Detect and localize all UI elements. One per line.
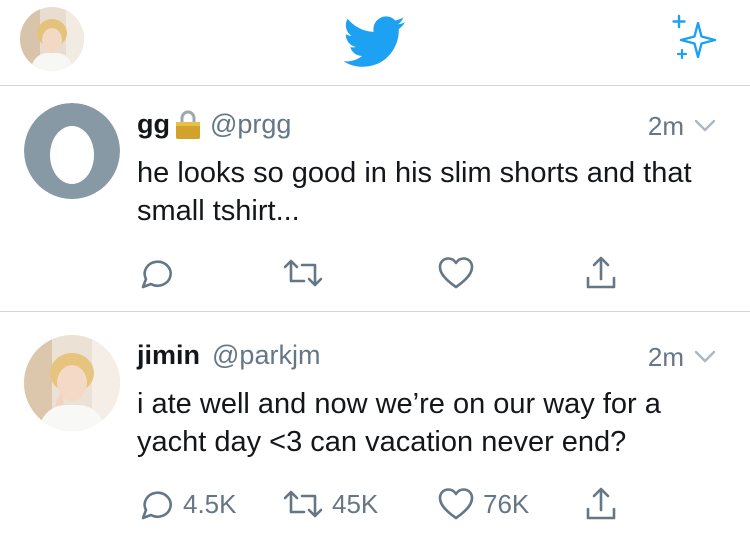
- tweet-header: gg @prgg: [137, 106, 291, 142]
- tweet-actions: [137, 253, 657, 293]
- reply-button[interactable]: 4.5K: [137, 484, 237, 524]
- like-button[interactable]: 76K: [437, 484, 529, 524]
- share-button[interactable]: [583, 484, 619, 524]
- tweet-header: jimin @parkjm: [137, 337, 320, 373]
- timestamp: 2m: [647, 341, 684, 372]
- chevron-down-icon[interactable]: [694, 119, 716, 133]
- reply-count: 4.5K: [183, 488, 237, 519]
- user-avatar-photo[interactable]: [24, 335, 120, 431]
- user-handle[interactable]: @prgg: [210, 109, 291, 140]
- retweet-button[interactable]: 45K: [282, 484, 378, 524]
- display-name[interactable]: gg: [137, 109, 170, 140]
- reply-icon: [141, 260, 172, 289]
- retweet-button[interactable]: [282, 253, 332, 293]
- tweet-actions: 4.5K 45K 76K: [137, 484, 657, 524]
- profile-avatar[interactable]: [20, 7, 84, 71]
- like-count: 76K: [483, 488, 530, 519]
- heart-icon: [438, 488, 474, 520]
- tweet[interactable]: gg @prgg 2m he looks so good in his slim…: [0, 86, 750, 312]
- like-button[interactable]: [437, 253, 483, 293]
- retweet-icon: [283, 490, 323, 518]
- retweet-icon: [283, 259, 323, 287]
- display-name[interactable]: jimin: [137, 340, 200, 371]
- tweet[interactable]: jimin @parkjm 2m i ate well and now we’r…: [0, 312, 750, 540]
- sparkle-icon[interactable]: [668, 14, 720, 66]
- chevron-down-icon[interactable]: [694, 350, 716, 364]
- share-icon: [586, 256, 616, 289]
- twitter-bird-icon[interactable]: [344, 16, 406, 68]
- share-button[interactable]: [583, 253, 619, 293]
- lock-icon: [176, 110, 200, 139]
- retweet-count: 45K: [332, 488, 379, 519]
- share-icon: [586, 487, 616, 520]
- reply-icon: [141, 491, 172, 520]
- reply-button[interactable]: [137, 253, 183, 293]
- tweet-time: 2m: [648, 108, 716, 144]
- heart-icon: [438, 257, 474, 289]
- top-bar: [0, 0, 750, 86]
- tweet-text: he looks so good in his slim shorts and …: [137, 157, 692, 227]
- timestamp: 2m: [647, 110, 684, 141]
- user-handle[interactable]: @parkjm: [212, 340, 320, 371]
- tweet-text: i ate well and now we’re on our way for …: [137, 388, 661, 458]
- tweet-time: 2m: [648, 339, 716, 375]
- default-egg-avatar[interactable]: [24, 103, 120, 199]
